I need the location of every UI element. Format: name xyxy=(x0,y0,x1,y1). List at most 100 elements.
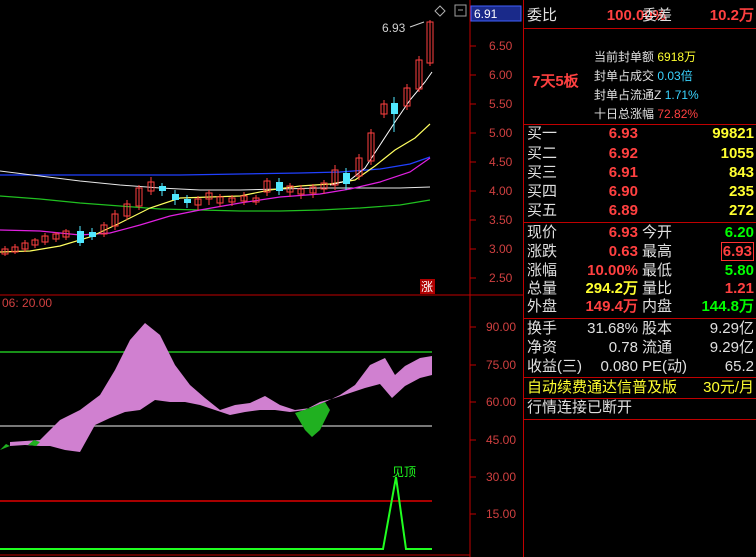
svg-text:3.50: 3.50 xyxy=(489,213,513,227)
candle xyxy=(320,180,328,194)
candle xyxy=(52,232,60,242)
buy-price: 6.92 xyxy=(608,145,638,162)
buy-label: 买四 xyxy=(527,183,558,200)
candle xyxy=(355,154,363,180)
scroll-button-icon[interactable] xyxy=(454,4,467,17)
seal-value: 72.82% xyxy=(657,107,699,121)
zuidi-value: 5.80 xyxy=(724,262,754,279)
shouyi-value: 0.080 xyxy=(600,358,638,375)
buy-row-4: 买四 6.90 235 xyxy=(524,182,756,202)
indicator-fill-green xyxy=(295,402,330,437)
weicha-label: 委差 xyxy=(642,7,673,24)
price-axis: 6.50 6.00 5.50 5.00 4.50 4.00 3.50 3.00 … xyxy=(470,39,513,285)
indicator-fill-band xyxy=(10,323,432,452)
svg-text:涨: 涨 xyxy=(421,279,433,294)
indicator-fill-green xyxy=(0,444,10,450)
seal-item: 十日总涨幅 72.82% xyxy=(594,105,699,124)
zhangfu-label: 涨幅 xyxy=(527,262,558,279)
quote-row-pct: 涨幅 10.00% 最低 5.80 xyxy=(524,261,756,281)
svg-text:75.00: 75.00 xyxy=(486,358,516,372)
candle xyxy=(147,177,155,195)
buy-volume: 99821 xyxy=(712,125,754,142)
buy-price: 6.93 xyxy=(608,125,638,142)
xianjia-label: 现价 xyxy=(527,224,558,241)
price-tick: 6.50 xyxy=(470,39,513,53)
indicator-tick: 45.00 xyxy=(470,433,516,447)
zuidi-label: 最低 xyxy=(642,262,673,279)
guben-label: 股本 xyxy=(642,320,673,337)
weibi-row: 委比 100.00% 委差 10.2万 xyxy=(524,6,756,26)
fund-row-netasset: 净资 0.78 流通 9.29亿 xyxy=(524,338,756,358)
candle xyxy=(21,240,29,252)
indicator-params-label: 06: 20.00 xyxy=(2,296,52,310)
candle xyxy=(216,194,224,207)
promo-row[interactable]: 自动续费通达信普及版 30元/月 xyxy=(524,378,756,398)
candle xyxy=(62,229,70,240)
buy-volume: 1055 xyxy=(720,145,754,162)
jingzi-label: 净资 xyxy=(527,339,558,356)
quote-row-volume: 总量 294.2万 量比 1.21 xyxy=(524,279,756,299)
zhangdie-label: 涨跌 xyxy=(527,243,558,260)
fund-row-eps: 收益(三) 0.080 PE(动) 65.2 xyxy=(524,357,756,377)
candle xyxy=(89,228,96,240)
candle xyxy=(380,100,388,118)
signal-line xyxy=(0,476,432,550)
seal-label: 当前封单额 xyxy=(594,50,655,64)
seal-label: 封单占成交 xyxy=(594,69,655,83)
guben-value: 9.29亿 xyxy=(709,320,754,337)
candle xyxy=(123,200,131,220)
candle xyxy=(194,196,202,210)
svg-text:5.00: 5.00 xyxy=(489,126,513,140)
price-tick: 6.00 xyxy=(470,68,513,82)
kline-chart-area[interactable]: 6.50 6.00 5.50 5.00 4.50 4.00 3.50 3.00 … xyxy=(0,0,523,557)
buy-price: 6.89 xyxy=(608,202,638,219)
promo-price[interactable]: 30元/月 xyxy=(684,378,754,398)
buy-row-2: 买二 6.92 1055 xyxy=(524,144,756,164)
xianjia-value: 6.93 xyxy=(608,224,638,241)
indicator-tick: 30.00 xyxy=(470,470,516,484)
quote-row-price: 现价 6.93 今开 6.20 xyxy=(524,223,756,243)
price-tick: 4.00 xyxy=(470,184,513,198)
buy-price: 6.91 xyxy=(608,164,638,181)
shouyi-label: 收益(三) xyxy=(527,358,582,375)
buy-label: 买五 xyxy=(527,202,558,219)
candle xyxy=(297,185,305,199)
price-tick: 3.00 xyxy=(470,242,513,256)
seal-item: 当前封单额 6918万 xyxy=(594,48,699,67)
buy-label: 买二 xyxy=(527,145,558,162)
svg-text:60.00: 60.00 xyxy=(486,395,516,409)
zhang-badge: 涨 xyxy=(420,279,435,294)
weicha-value: 10.2万 xyxy=(709,7,754,24)
buy-price: 6.90 xyxy=(608,183,638,200)
candlesticks xyxy=(1,20,434,256)
seal-item: 封单占成交 0.03倍 xyxy=(594,67,699,86)
current-price-tag: 6.91 xyxy=(470,5,522,22)
zuigao-label: 最高 xyxy=(642,243,673,260)
svg-text:6.50: 6.50 xyxy=(489,39,513,53)
candle xyxy=(426,20,434,66)
liutong-value: 9.29亿 xyxy=(709,339,754,356)
huanshou-value: 31.68% xyxy=(587,320,638,337)
liangbi-label: 量比 xyxy=(642,280,673,297)
seal-item: 封单占流通Z 1.71% xyxy=(594,86,699,105)
promo-text[interactable]: 自动续费通达信普及版 xyxy=(527,378,677,398)
price-tick: 5.50 xyxy=(470,97,513,111)
indicator-tick: 60.00 xyxy=(470,395,516,409)
pe-label: PE(动) xyxy=(642,358,688,375)
candle xyxy=(31,238,39,248)
candle xyxy=(172,190,179,205)
candle xyxy=(276,178,283,195)
seal-info: 当前封单额 6918万 封单占成交 0.03倍 封单占流通Z 1.71% 十日总… xyxy=(594,48,699,124)
zuigao-value: 6.93 xyxy=(694,242,754,262)
price-tick: 5.00 xyxy=(470,126,513,140)
price-tick: 3.50 xyxy=(470,213,513,227)
candle xyxy=(331,165,339,190)
buy-volume: 235 xyxy=(728,183,754,200)
board-tag: 7天5板 xyxy=(532,73,579,90)
connection-status: 行情连接已断开 xyxy=(527,399,633,416)
svg-text:3.00: 3.00 xyxy=(489,242,513,256)
buy-label: 买一 xyxy=(527,125,558,142)
candle xyxy=(286,183,294,197)
price-tick: 2.50 xyxy=(470,271,513,285)
candle xyxy=(41,233,49,245)
